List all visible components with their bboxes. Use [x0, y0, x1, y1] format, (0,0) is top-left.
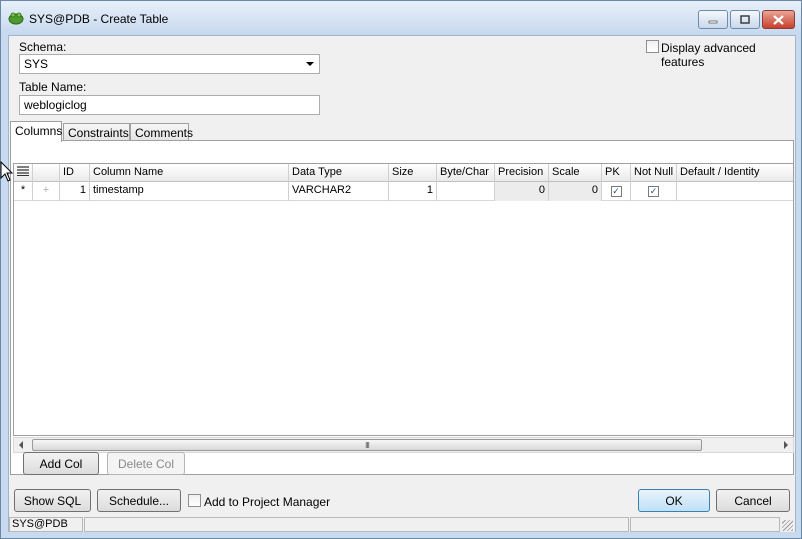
cell-precision[interactable]: 0 — [495, 182, 549, 201]
horizontal-scrollbar[interactable]: III — [13, 437, 794, 453]
close-icon — [773, 14, 784, 25]
table-name-value: weblogiclog — [24, 98, 87, 112]
status-panel-main — [84, 517, 629, 532]
cell-data-type[interactable]: VARCHAR2 — [289, 182, 389, 201]
schedule-button[interactable]: Schedule... — [97, 489, 181, 512]
chevron-down-icon[interactable] — [306, 62, 314, 66]
schema-label: Schema: — [19, 40, 67, 54]
header-id[interactable]: ID — [60, 164, 90, 182]
list-menu-icon — [17, 166, 29, 176]
header-data-type[interactable]: Data Type — [289, 164, 389, 182]
header-blank — [33, 164, 60, 182]
close-button[interactable] — [762, 10, 795, 29]
advanced-features-checkbox[interactable] — [646, 40, 659, 53]
pk-checkbox[interactable]: ✓ — [610, 186, 622, 197]
cell-id[interactable]: 1 — [60, 182, 90, 201]
tab-comments[interactable]: Comments — [130, 123, 193, 141]
minimize-button[interactable] — [698, 10, 728, 29]
tab-columns-label: Columns — [15, 124, 63, 138]
cell-byte-char[interactable] — [437, 182, 495, 201]
header-not-null[interactable]: Not Null — [631, 164, 677, 182]
cancel-button[interactable]: Cancel — [716, 489, 790, 512]
cell-size[interactable]: 1 — [389, 182, 437, 201]
create-table-window: SYS@PDB - Create Table Schema: SYS Table… — [0, 0, 802, 539]
maximize-icon — [740, 15, 750, 24]
show-sql-button[interactable]: Show SQL — [14, 489, 91, 512]
cell-default-identity[interactable] — [677, 182, 793, 201]
scroll-right-icon[interactable] — [784, 441, 788, 449]
resize-grip-icon[interactable] — [782, 520, 793, 531]
mouse-cursor-icon — [0, 161, 14, 182]
schema-combobox[interactable]: SYS — [19, 54, 320, 74]
tab-comments-label: Comments — [135, 126, 194, 140]
columns-panel: ID Column Name Data Type Size Byte/Char … — [10, 140, 794, 475]
add-to-project-label: Add to Project Manager — [204, 495, 331, 509]
title-bar[interactable]: SYS@PDB - Create Table — [1, 1, 801, 35]
columns-grid[interactable]: ID Column Name Data Type Size Byte/Char … — [13, 163, 794, 436]
grid-header: ID Column Name Data Type Size Byte/Char … — [14, 164, 793, 182]
dialog-body: Schema: SYS Table Name: weblogiclog Disp… — [8, 35, 796, 532]
table-name-input[interactable]: weblogiclog — [19, 95, 320, 115]
table-name-label: Table Name: — [19, 80, 87, 94]
maximize-button[interactable] — [730, 10, 760, 29]
cell-not-null[interactable]: ✓ — [631, 182, 677, 201]
header-pk[interactable]: PK — [602, 164, 631, 182]
schema-value: SYS — [24, 57, 49, 71]
row-marker: * — [14, 182, 33, 201]
status-connection: SYS@PDB — [9, 517, 83, 532]
status-bar: SYS@PDB — [9, 516, 795, 532]
table-row[interactable]: * + 1 timestamp VARCHAR2 1 0 0 ✓ ✓ — [14, 182, 793, 201]
header-default-identity[interactable]: Default / Identity — [677, 164, 793, 182]
header-size[interactable]: Size — [389, 164, 437, 182]
add-col-button[interactable]: Add Col — [23, 452, 99, 475]
tab-constraints-label: Constraints — [68, 126, 129, 140]
header-column-name[interactable]: Column Name — [90, 164, 289, 182]
toad-app-icon — [8, 12, 24, 25]
plus-icon[interactable]: + — [33, 182, 60, 201]
header-precision[interactable]: Precision — [495, 164, 549, 182]
window-title: SYS@PDB - Create Table — [29, 12, 169, 26]
tab-columns[interactable]: Columns — [10, 121, 62, 142]
header-scale[interactable]: Scale — [549, 164, 602, 182]
minimize-icon — [708, 20, 718, 23]
header-byte-char[interactable]: Byte/Char — [437, 164, 495, 182]
advanced-features-label: Display advanced features — [661, 41, 756, 69]
add-to-project-checkbox[interactable] — [188, 494, 201, 507]
scroll-thumb[interactable]: III — [32, 439, 702, 451]
cell-scale[interactable]: 0 — [549, 182, 602, 201]
status-panel-right — [630, 517, 780, 532]
cell-column-name[interactable]: timestamp — [90, 182, 289, 201]
not-null-checkbox[interactable]: ✓ — [648, 186, 659, 197]
ok-button[interactable]: OK — [638, 489, 710, 512]
cell-pk[interactable]: ✓ — [602, 182, 631, 201]
grid-menu-icon[interactable] — [14, 164, 33, 182]
scroll-left-icon[interactable] — [19, 441, 23, 449]
tab-constraints[interactable]: Constraints — [63, 123, 130, 141]
delete-col-button[interactable]: Delete Col — [107, 452, 185, 475]
